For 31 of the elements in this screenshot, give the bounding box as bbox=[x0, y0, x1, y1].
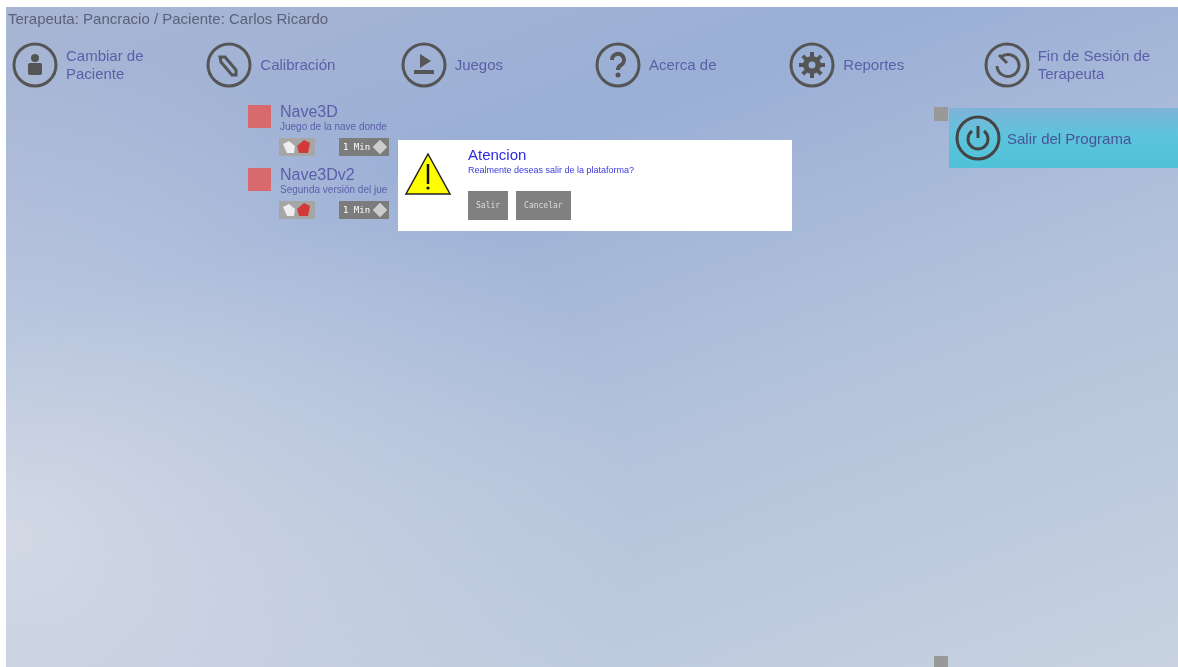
dialog-button[interactable]: Salir bbox=[468, 191, 509, 220]
game-description: Juego de la nave donde bbox=[280, 121, 388, 132]
toolbar-button[interactable]: Calibración bbox=[206, 42, 401, 88]
menu-item[interactable]: Salir del Programa bbox=[949, 108, 1178, 168]
square-marker bbox=[934, 107, 948, 121]
duration-badge[interactable]: 1 Min bbox=[339, 201, 390, 219]
dialog-button[interactable]: Cancelar bbox=[516, 191, 571, 220]
help-icon bbox=[595, 42, 641, 88]
toolbar-button[interactable]: Cambiar de Paciente bbox=[12, 42, 207, 88]
game-color-square bbox=[248, 105, 271, 128]
diamond-icon bbox=[372, 202, 389, 218]
duration-badge[interactable]: 1 Min bbox=[339, 138, 390, 156]
game-description: Segunda versión del jue bbox=[280, 184, 389, 195]
dialog-message: Realmente deseas salir de la plataforma? bbox=[468, 165, 635, 175]
diamond-icon bbox=[372, 139, 389, 155]
person-icon bbox=[12, 42, 58, 88]
game-title[interactable]: Nave3D bbox=[280, 103, 338, 121]
toolbar-button[interactable]: Juegos bbox=[400, 42, 595, 88]
game-color-square bbox=[248, 168, 271, 191]
play-icon bbox=[400, 42, 447, 88]
warning-icon bbox=[404, 152, 452, 196]
session-info: Terapeuta: Pancracio / Paciente: Carlos Ricardo bbox=[7, 9, 330, 29]
toolbar-button[interactable]: Fin de Sesión de Terapeuta bbox=[983, 42, 1178, 88]
dialog-title: Atencion bbox=[468, 146, 528, 163]
toolbar-button[interactable]: Acerca de bbox=[595, 42, 790, 88]
toolbar-button[interactable]: Reportes bbox=[789, 42, 984, 88]
restart-icon bbox=[983, 42, 1030, 88]
power-icon bbox=[955, 115, 1001, 161]
square-marker bbox=[934, 656, 948, 667]
game-title[interactable]: Nave3Dv2 bbox=[280, 166, 355, 184]
settings-icon bbox=[789, 42, 836, 88]
